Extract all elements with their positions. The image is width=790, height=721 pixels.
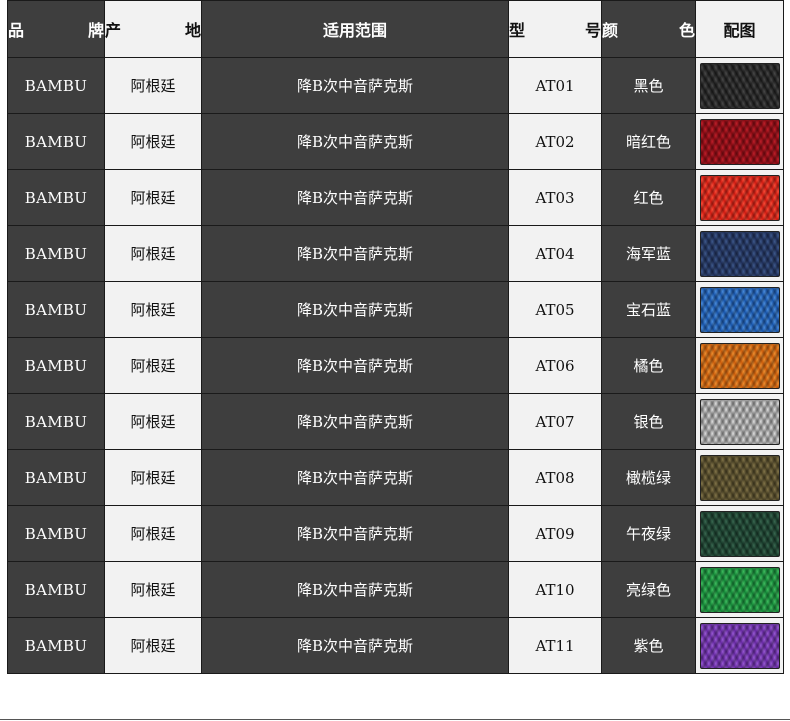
cell-color: 亮绿色 <box>601 561 696 618</box>
cell-brand: BAMBU <box>7 561 105 618</box>
cell-model: AT05 <box>508 281 602 338</box>
cell-origin: 阿根廷 <box>104 393 202 450</box>
cell-image <box>695 617 784 674</box>
table-body: BAMBU 阿根廷 降B次中音萨克斯 AT01 黑色 BAMBU 阿根廷 降B次中音萨克斯 AT… <box>7 57 784 674</box>
cell-model: AT06 <box>508 337 602 394</box>
cell-usage: 降B次中音萨克斯 <box>201 449 509 506</box>
table-row: BAMBU 阿根廷 降B次中音萨克斯 AT06 橘色 <box>7 337 784 394</box>
table-row: BAMBU 阿根廷 降B次中音萨克斯 AT08 橄榄绿 <box>7 449 784 506</box>
color-swatch-image <box>699 342 780 389</box>
cell-origin: 阿根廷 <box>104 281 202 338</box>
cell-color: 午夜绿 <box>601 505 696 562</box>
cell-color: 暗红色 <box>601 113 696 170</box>
color-swatch-image <box>699 454 780 501</box>
table-row: BAMBU 阿根廷 降B次中音萨克斯 AT01 黑色 <box>7 57 784 114</box>
table-row: BAMBU 阿根廷 降B次中音萨克斯 AT11 紫色 <box>7 617 784 674</box>
cell-usage: 降B次中音萨克斯 <box>201 169 509 226</box>
header-model: 型 号 <box>508 0 602 58</box>
cell-color: 紫色 <box>601 617 696 674</box>
cell-image <box>695 169 784 226</box>
color-swatch-image <box>699 398 780 445</box>
cell-color: 黑色 <box>601 57 696 114</box>
table-row: BAMBU 阿根廷 降B次中音萨克斯 AT09 午夜绿 <box>7 505 784 562</box>
cell-color: 橘色 <box>601 337 696 394</box>
cell-color: 银色 <box>601 393 696 450</box>
table-row: BAMBU 阿根廷 降B次中音萨克斯 AT07 银色 <box>7 393 784 450</box>
cell-model: AT10 <box>508 561 602 618</box>
cell-origin: 阿根廷 <box>104 449 202 506</box>
table-row: BAMBU 阿根廷 降B次中音萨克斯 AT03 红色 <box>7 169 784 226</box>
cell-usage: 降B次中音萨克斯 <box>201 561 509 618</box>
cell-origin: 阿根廷 <box>104 169 202 226</box>
cell-brand: BAMBU <box>7 225 105 282</box>
header-brand: 品 牌 <box>7 0 105 58</box>
cell-brand: BAMBU <box>7 449 105 506</box>
cell-brand: BAMBU <box>7 57 105 114</box>
cell-image <box>695 393 784 450</box>
cell-model: AT04 <box>508 225 602 282</box>
table-header-row: 品 牌 产 地 适用范围 型 号 颜 色 配图 <box>7 0 784 58</box>
cell-origin: 阿根廷 <box>104 113 202 170</box>
product-spec-table: 品 牌 产 地 适用范围 型 号 颜 色 配图 BAMBU 阿根廷 降B次中音萨克斯… <box>7 0 784 674</box>
cell-usage: 降B次中音萨克斯 <box>201 505 509 562</box>
cell-color: 海军蓝 <box>601 225 696 282</box>
cell-usage: 降B次中音萨克斯 <box>201 617 509 674</box>
color-swatch-image <box>699 230 780 277</box>
color-swatch-image <box>699 118 780 165</box>
cell-image <box>695 337 784 394</box>
cell-usage: 降B次中音萨克斯 <box>201 57 509 114</box>
cell-brand: BAMBU <box>7 393 105 450</box>
color-swatch-image <box>699 174 780 221</box>
cell-origin: 阿根廷 <box>104 561 202 618</box>
bottom-divider <box>0 719 790 720</box>
color-swatch-image <box>699 510 780 557</box>
cell-origin: 阿根廷 <box>104 505 202 562</box>
cell-brand: BAMBU <box>7 281 105 338</box>
cell-origin: 阿根廷 <box>104 617 202 674</box>
cell-image <box>695 505 784 562</box>
cell-origin: 阿根廷 <box>104 225 202 282</box>
cell-origin: 阿根廷 <box>104 337 202 394</box>
cell-brand: BAMBU <box>7 169 105 226</box>
color-swatch-image <box>699 622 780 669</box>
cell-origin: 阿根廷 <box>104 57 202 114</box>
cell-image <box>695 449 784 506</box>
cell-usage: 降B次中音萨克斯 <box>201 337 509 394</box>
cell-color: 红色 <box>601 169 696 226</box>
cell-brand: BAMBU <box>7 113 105 170</box>
cell-brand: BAMBU <box>7 505 105 562</box>
cell-brand: BAMBU <box>7 337 105 394</box>
cell-image <box>695 57 784 114</box>
table-row: BAMBU 阿根廷 降B次中音萨克斯 AT05 宝石蓝 <box>7 281 784 338</box>
cell-usage: 降B次中音萨克斯 <box>201 113 509 170</box>
cell-model: AT11 <box>508 617 602 674</box>
cell-color: 宝石蓝 <box>601 281 696 338</box>
cell-model: AT09 <box>508 505 602 562</box>
color-swatch-image <box>699 62 780 109</box>
cell-usage: 降B次中音萨克斯 <box>201 225 509 282</box>
cell-image <box>695 281 784 338</box>
cell-model: AT08 <box>508 449 602 506</box>
cell-brand: BAMBU <box>7 617 105 674</box>
table-row: BAMBU 阿根廷 降B次中音萨克斯 AT10 亮绿色 <box>7 561 784 618</box>
color-swatch-image <box>699 286 780 333</box>
cell-image <box>695 113 784 170</box>
cell-color: 橄榄绿 <box>601 449 696 506</box>
header-origin: 产 地 <box>104 0 202 58</box>
color-swatch-image <box>699 566 780 613</box>
cell-model: AT07 <box>508 393 602 450</box>
cell-model: AT03 <box>508 169 602 226</box>
cell-usage: 降B次中音萨克斯 <box>201 393 509 450</box>
cell-model: AT02 <box>508 113 602 170</box>
cell-image <box>695 561 784 618</box>
header-usage: 适用范围 <box>201 0 509 58</box>
cell-usage: 降B次中音萨克斯 <box>201 281 509 338</box>
header-color: 颜 色 <box>601 0 696 58</box>
cell-image <box>695 225 784 282</box>
cell-model: AT01 <box>508 57 602 114</box>
header-image: 配图 <box>695 0 784 58</box>
table-row: BAMBU 阿根廷 降B次中音萨克斯 AT04 海军蓝 <box>7 225 784 282</box>
table-row: BAMBU 阿根廷 降B次中音萨克斯 AT02 暗红色 <box>7 113 784 170</box>
